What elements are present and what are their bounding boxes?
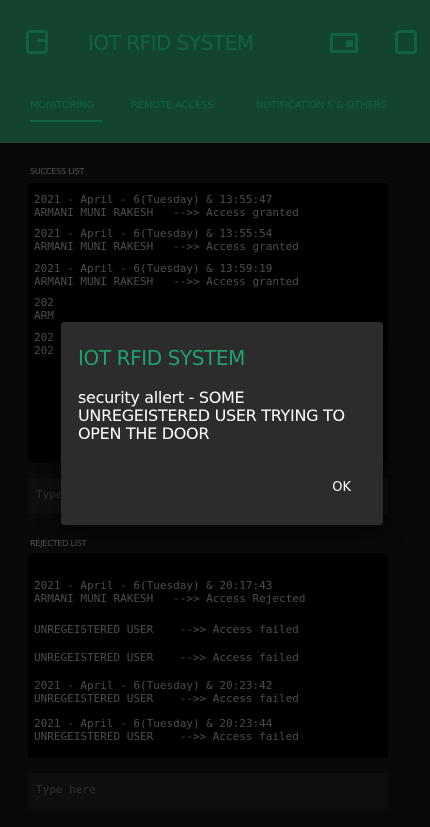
app-title: IOT RFID SYSTEM	[88, 31, 254, 55]
back-box-icon[interactable]	[26, 30, 48, 54]
log-entry: 2021 - April - 6(Tuesday) & 20:17:43 ARM…	[34, 579, 306, 605]
tab-notifications[interactable]: NOTIFICATION S & OTHERS	[256, 100, 387, 111]
rejected-log[interactable]: 2021 - April - 6(Tuesday) & 20:17:43 ARM…	[28, 553, 388, 758]
rejected-list-label: REJECTED LIST	[30, 539, 87, 548]
dialog-title: IOT RFID SYSTEM	[78, 346, 245, 370]
log-entry: 2021 - April - 6(Tuesday) & 13:55:47 ARM…	[34, 193, 299, 219]
tab-remote-access[interactable]: REMOTE ACCESS	[131, 100, 214, 111]
success-input-placeholder: Type	[36, 488, 63, 501]
ok-button[interactable]: OK	[332, 480, 351, 495]
dialog-message: security allert - SOME UNREGEISTERED USE…	[78, 388, 345, 443]
log-entry: 2021 - April - 6(Tuesday) & 20:23:42 UNR…	[34, 679, 299, 705]
tab-bar: MONITORING REMOTE ACCESS NOTIFICATION S …	[0, 90, 430, 130]
tab-monitoring[interactable]: MONITORING	[30, 100, 103, 122]
alert-dialog: IOT RFID SYSTEM security allert - SOME U…	[61, 322, 383, 525]
log-entry: 2021 - April - 6(Tuesday) & 13:55:54 ARM…	[34, 227, 299, 253]
log-entry: 2021 - April - 6(Tuesday) & 13:59:19 ARM…	[34, 262, 299, 288]
log-entry: UNREGEISTERED USER -->> Access failed	[34, 623, 299, 636]
rejected-input[interactable]: Type here	[28, 773, 388, 809]
log-entry: 202 ARM	[34, 296, 54, 322]
log-entry: 202 202	[34, 331, 54, 357]
success-list-label: SUCCESS LIST	[30, 167, 85, 176]
app-bar: IOT RFID SYSTEM MONITORING REMOTE ACCESS…	[0, 0, 430, 143]
battery-icon[interactable]	[330, 33, 358, 53]
log-entry: 2021 - April - 6(Tuesday) & 20:23:44 UNR…	[34, 717, 299, 743]
log-entry: UNREGEISTERED USER -->> Access failed	[34, 651, 299, 664]
rejected-input-placeholder: Type here	[36, 783, 96, 796]
square-icon[interactable]	[395, 30, 417, 54]
